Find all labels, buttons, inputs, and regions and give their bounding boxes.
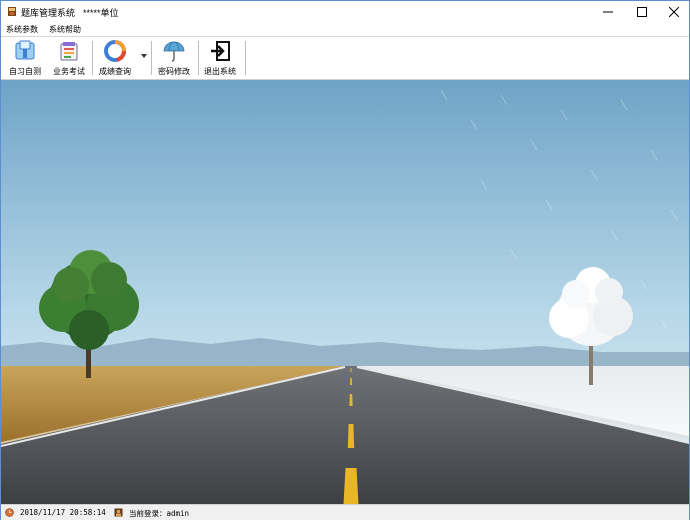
toolbar: 自习自测 业务考试 成绩查询 密码修改 退出系统	[1, 37, 689, 80]
exam-icon	[60, 42, 78, 61]
minimize-icon	[603, 11, 613, 12]
status-datetime: 2018/11/17 20:58:14	[20, 508, 106, 517]
road-landscape-image	[1, 80, 689, 504]
app-window: 题库管理系统 *****单位 系统参数 系统帮助 自习自测 业务考试 成绩查询 …	[0, 0, 690, 520]
menu-bar: 系统参数 系统帮助	[1, 22, 689, 37]
close-icon	[669, 6, 679, 17]
umbrella-icon	[163, 41, 185, 62]
business-exam-button[interactable]: 业务考试	[53, 39, 85, 77]
maximize-icon	[637, 6, 647, 17]
business-exam-label: 业务考试	[53, 67, 85, 76]
minimize-button[interactable]	[591, 1, 625, 22]
window-title: 题库管理系统	[21, 8, 76, 18]
exit-icon	[211, 41, 230, 61]
title-bar[interactable]: 题库管理系统 *****单位	[1, 1, 689, 22]
toolbar-separator	[245, 41, 246, 75]
app-logo-icon	[8, 7, 16, 16]
toolbar-separator	[92, 41, 93, 75]
password-change-button[interactable]: 密码修改	[158, 39, 190, 77]
self-study-button[interactable]: 自习自测	[9, 39, 41, 77]
toolbar-separator	[151, 41, 152, 75]
exit-system-button[interactable]: 退出系统	[204, 39, 236, 77]
maximize-button[interactable]	[625, 1, 659, 22]
background-scene	[1, 80, 689, 504]
self-study-label: 自习自测	[9, 67, 41, 76]
score-query-label: 成绩查询	[99, 67, 131, 76]
menu-system-params[interactable]: 系统参数	[6, 24, 38, 35]
menu-system-help[interactable]: 系统帮助	[49, 24, 81, 35]
dropdown-arrow-icon[interactable]	[141, 53, 147, 59]
window-unit: *****单位	[83, 8, 119, 18]
study-icon	[15, 40, 35, 60]
exit-system-label: 退出系统	[204, 67, 236, 76]
toolbar-separator	[198, 41, 199, 75]
password-change-label: 密码修改	[158, 67, 190, 76]
close-button[interactable]	[657, 1, 690, 22]
score-query-button[interactable]: 成绩查询	[99, 39, 131, 77]
clock-icon	[5, 508, 14, 517]
status-bar: 2018/11/17 20:58:14 当前登录：admin	[1, 504, 689, 520]
user-icon	[114, 508, 123, 517]
chart-pie-icon	[104, 40, 127, 62]
status-login: 当前登录：admin	[129, 509, 190, 518]
